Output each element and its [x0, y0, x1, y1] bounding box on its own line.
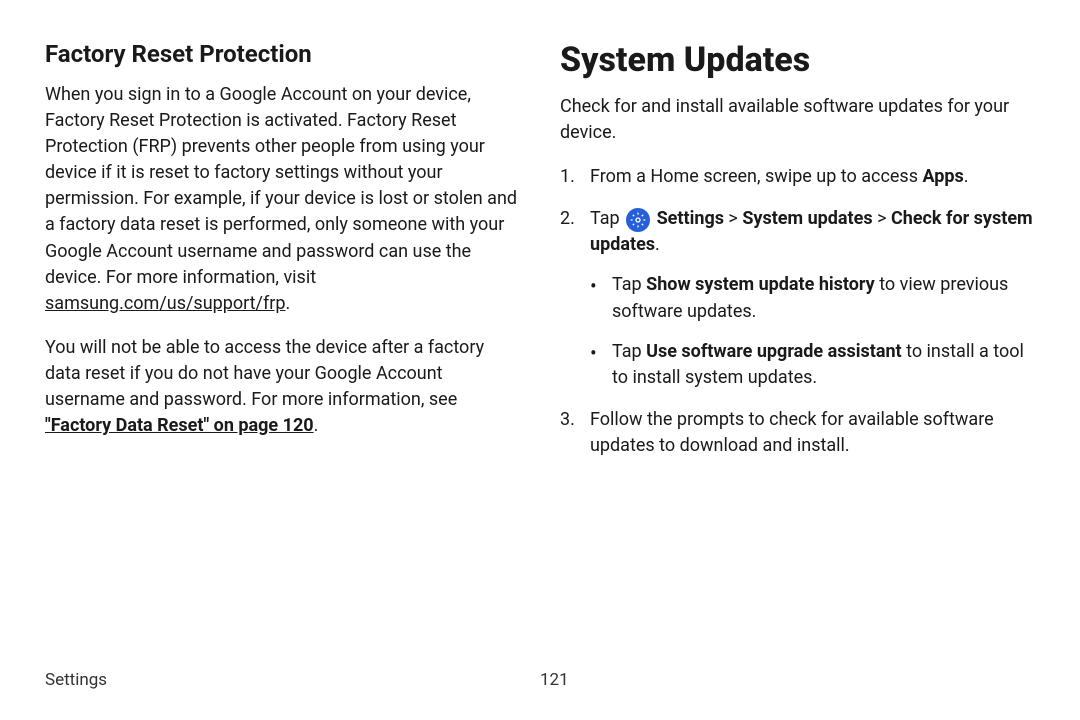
factory-data-reset-link[interactable]: "Factory Data Reset" on page 120: [45, 415, 314, 436]
text: From a Home screen, swipe up to access: [590, 166, 922, 187]
frp-paragraph-2: You will not be able to access the devic…: [45, 335, 520, 439]
system-updates-intro: Check for and install available software…: [560, 94, 1035, 146]
text: When you sign in to a Google Account on …: [45, 84, 517, 288]
text: .: [285, 293, 290, 314]
footer-page-number: 121: [540, 670, 1035, 690]
bullet-2: Tap Use software upgrade assistant to in…: [590, 339, 1035, 391]
step-3: Follow the prompts to check for availabl…: [560, 407, 1035, 459]
apps-label: Apps: [922, 166, 963, 187]
step-1: From a Home screen, swipe up to access A…: [560, 164, 1035, 190]
text: You will not be able to access the devic…: [45, 337, 484, 410]
system-updates-heading: System Updates: [560, 40, 1035, 80]
show-history-label: Show system update history: [646, 274, 875, 295]
upgrade-assistant-label: Use software upgrade assistant: [646, 341, 902, 362]
frp-heading: Factory Reset Protection: [45, 40, 520, 68]
text: Tap: [612, 274, 646, 295]
frp-support-link[interactable]: samsung.com/us/support/frp: [45, 293, 285, 314]
text: Tap: [612, 341, 646, 362]
step-2: Tap Settings > System updates > Check fo…: [560, 206, 1035, 391]
settings-gear-icon: [626, 208, 650, 232]
page-footer: Settings 121: [45, 670, 1035, 690]
text: .: [314, 415, 319, 436]
left-column: Factory Reset Protection When you sign i…: [45, 40, 520, 475]
sub-bullets: Tap Show system update history to view p…: [590, 272, 1035, 390]
text: Tap: [590, 208, 624, 229]
frp-paragraph-1: When you sign in to a Google Account on …: [45, 82, 520, 317]
text: >: [873, 208, 891, 229]
text: >: [724, 208, 742, 229]
two-column-layout: Factory Reset Protection When you sign i…: [45, 40, 1035, 475]
system-updates-label: System updates: [742, 208, 872, 229]
text: .: [964, 166, 969, 187]
right-column: System Updates Check for and install ava…: [560, 40, 1035, 475]
footer-section-label: Settings: [45, 670, 540, 690]
settings-label: Settings: [652, 208, 724, 229]
text: .: [655, 234, 660, 255]
bullet-1: Tap Show system update history to view p…: [590, 272, 1035, 324]
steps-list: From a Home screen, swipe up to access A…: [560, 164, 1035, 459]
